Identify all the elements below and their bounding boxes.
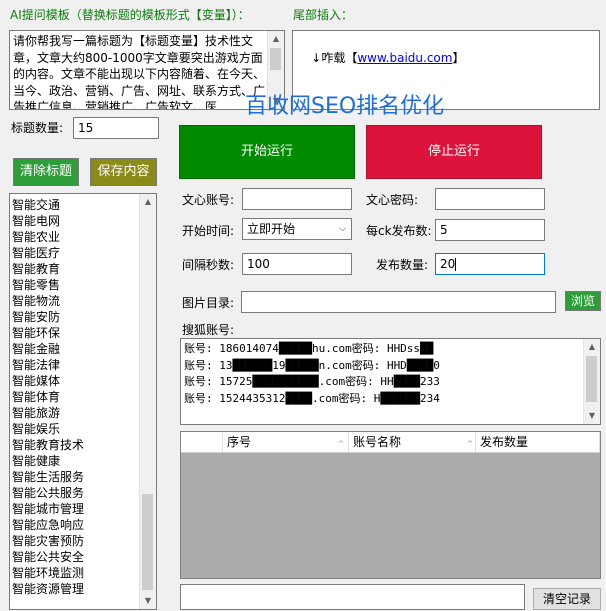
title-count-input[interactable]: 15 [73,117,159,139]
sohu-accounts-label: 搜狐账号: [182,323,235,337]
scroll-down-icon[interactable]: ▼ [584,408,600,424]
title-list-item[interactable]: 智能娱乐 [10,421,156,437]
titles-items: 智能交通 智能电网 智能农业 智能医疗 智能教育 智能零售 智能物流 智能安防 智能环保 智能金融… [10,194,156,597]
per-ck-input[interactable]: 5 [435,219,545,241]
results-table[interactable]: 序号 ^ 账号名称 ^ 发布数量 [180,431,601,579]
titles-list[interactable]: 智能交通 智能电网 智能农业 智能医疗 智能教育 智能零售 智能物流 智能安防 智能环保 智能金融… [9,193,157,610]
table-header-blank [181,432,223,452]
title-list-item[interactable]: 智能金融 [10,341,156,357]
wenxin-account-input[interactable] [242,188,352,210]
start-run-button[interactable]: 开始运行 [179,125,355,179]
sort-icon: ^ [338,440,344,448]
title-list-item[interactable]: 智能教育技术 [10,437,156,453]
interval-label: 间隔秒数: [182,258,235,272]
title-list-item[interactable]: 智能健康 [10,453,156,469]
title-list-item[interactable]: 智能农业 [10,229,156,245]
chevron-down-icon: ⌵ [339,224,346,234]
title-list-item[interactable]: 智能零售 [10,277,156,293]
title-list-item[interactable]: 智能媒体 [10,373,156,389]
scroll-up-icon[interactable]: ▲ [584,339,600,355]
start-time-value: 立即开始 [247,222,296,236]
wenxin-account-label: 文心账号: [182,193,235,207]
column-header-index[interactable]: 序号 ^ [223,432,349,452]
text-cursor [455,258,457,271]
title-list-item[interactable]: 智能医疗 [10,245,156,261]
title-list-item[interactable]: 智能城市管理 [10,501,156,517]
watermark-text: 百收网SEO排名优化 [245,94,445,119]
prompt-template-text: 请你帮我写一篇标题为【标题变量】技术性文章，文章大约800-1000字文章要突出… [13,34,266,110]
tail-insert-prefix: ↓咋载【 [311,50,358,65]
column-header-publish-count[interactable]: 发布数量 [476,432,600,452]
wenxin-password-label: 文心密码: [366,193,419,207]
browse-button[interactable]: 浏览 [565,291,601,311]
publish-count-input[interactable]: 20 [435,253,545,275]
sort-icon: ^ [467,440,473,448]
title-list-item[interactable]: 智能法律 [10,357,156,373]
prompt-template-label: AI提问模板（替换标题的模板形式【变量】）： [10,8,250,22]
per-ck-label: 每ck发布数: [366,224,432,238]
title-list-item[interactable]: 智能灾害预防 [10,533,156,549]
title-list-item[interactable]: 智能公共安全 [10,549,156,565]
sohu-accounts-text: 账号: 186014074█████hu.com密码: HHDss██ 账号: 1… [181,339,600,409]
title-list-item[interactable]: 智能安防 [10,309,156,325]
tail-insert-text: ↓咋载【www.baidu.com】 [293,31,599,85]
scroll-down-icon[interactable]: ▼ [140,593,156,609]
title-list-item[interactable]: 智能教育 [10,261,156,277]
tail-insert-link[interactable]: www.baidu.com [357,51,452,65]
sohu-account-line: 账号: 15725██████████.com密码: HH████233 [184,375,440,388]
sohu-account-line: 账号: 1524435312████.com密码: H██████234 [184,391,440,405]
interval-input[interactable]: 100 [242,253,352,275]
column-header-account-name[interactable]: 账号名称 ^ [349,432,476,452]
prompt-template-textarea[interactable]: 请你帮我写一篇标题为【标题变量】技术性文章，文章大约800-1000字文章要突出… [9,30,285,110]
title-list-item[interactable]: 智能环境监测 [10,565,156,581]
title-list-item[interactable]: 智能资源管理 [10,581,156,597]
stop-run-button[interactable]: 停止运行 [366,125,542,179]
title-list-item[interactable]: 智能交通 [10,197,156,213]
publish-count-label: 发布数量: [376,258,429,272]
scroll-up-icon[interactable]: ▲ [268,31,284,47]
start-time-select[interactable]: 立即开始 ⌵ [242,218,352,240]
clear-log-button[interactable]: 清空记录 [533,588,601,610]
title-list-item[interactable]: 智能环保 [10,325,156,341]
title-list-item[interactable]: 智能应急响应 [10,517,156,533]
title-list-item[interactable]: 智能电网 [10,213,156,229]
save-content-button[interactable]: 保存内容 [90,158,157,186]
title-list-item[interactable]: 智能生活服务 [10,469,156,485]
title-list-item[interactable]: 智能体育 [10,389,156,405]
publish-count-value: 20 [440,257,456,271]
table-header: 序号 ^ 账号名称 ^ 发布数量 [181,432,600,453]
title-list-item[interactable]: 智能公共服务 [10,485,156,501]
sohu-account-line: 账号: 186014074█████hu.com密码: HHDss██ [184,342,434,355]
sohu-scrollbar[interactable]: ▲ ▼ [583,339,600,424]
scroll-thumb[interactable] [270,48,281,70]
image-dir-label: 图片目录: [182,296,235,310]
start-time-label: 开始时间: [182,224,235,238]
log-input[interactable] [180,584,525,610]
image-dir-input[interactable] [241,291,556,313]
sohu-account-line: 账号: 13██████19█████n.com密码: HHD████0 [184,358,440,372]
scroll-thumb[interactable] [142,494,153,590]
clear-titles-button[interactable]: 清除标题 [13,158,79,186]
title-list-item[interactable]: 智能物流 [10,293,156,309]
sohu-accounts-textarea[interactable]: 账号: 186014074█████hu.com密码: HHDss██ 账号: 1… [180,338,601,425]
tail-insert-suffix: 】 [452,50,465,65]
tail-insert-label: 尾部插入： [293,8,354,22]
title-count-label: 标题数量: [11,121,64,135]
titles-scrollbar[interactable]: ▲ ▼ [139,194,156,609]
scroll-thumb[interactable] [586,356,597,402]
wenxin-password-input[interactable] [435,188,545,210]
scroll-up-icon[interactable]: ▲ [140,194,156,210]
title-list-item[interactable]: 智能旅游 [10,405,156,421]
